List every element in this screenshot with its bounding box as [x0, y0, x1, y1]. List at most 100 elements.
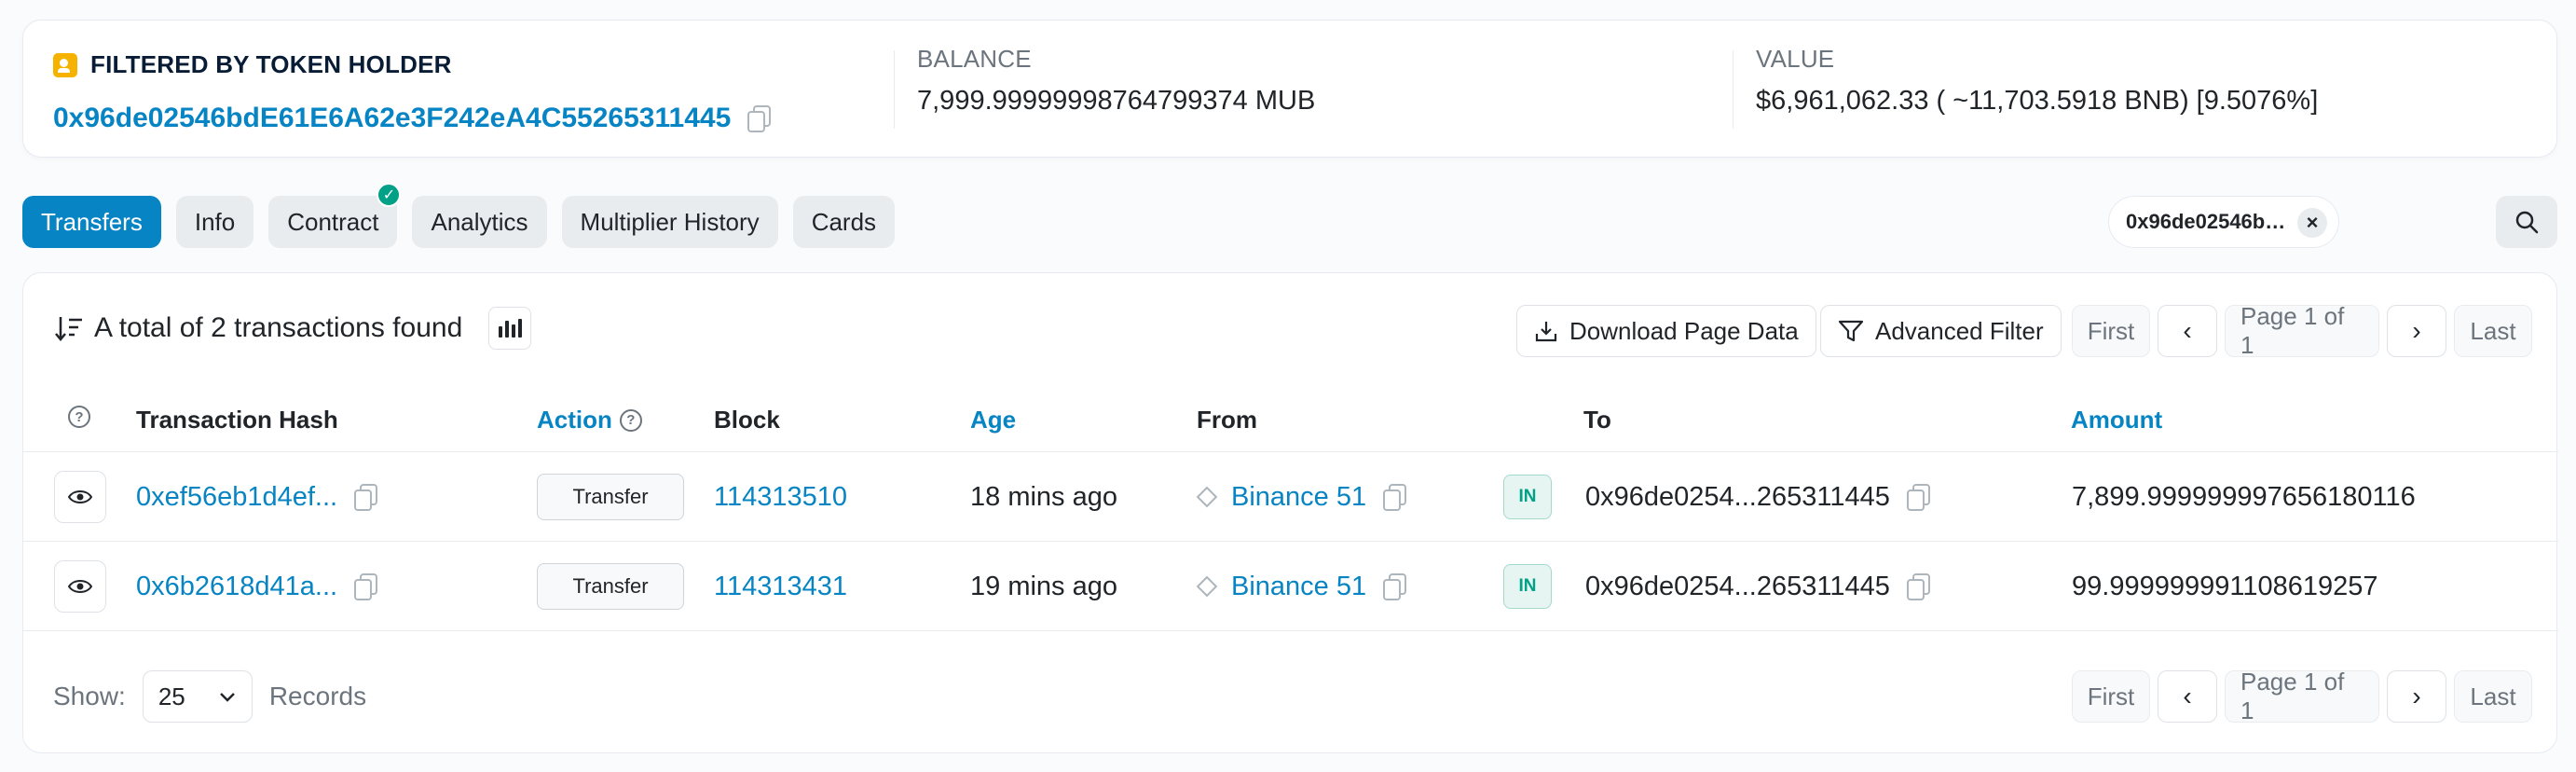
pagination-bottom: First ‹ Page 1 of 1 › Last	[2072, 668, 2532, 724]
eye-button[interactable]	[54, 471, 106, 523]
balance-value: 7,999.99999998764799374 MUB	[917, 86, 1316, 116]
download-page-data-button[interactable]: Download Page Data	[1516, 305, 1816, 357]
tab-bar: Transfers Info Contract ✓ Analytics Mult…	[22, 183, 896, 248]
copy-icon[interactable]	[747, 105, 772, 132]
first-page-button[interactable]: First	[2072, 305, 2150, 357]
col-from: From	[1197, 406, 1257, 434]
help-icon[interactable]: ?	[68, 406, 90, 428]
col-amount[interactable]: Amount	[2071, 406, 2162, 434]
col-to: To	[1583, 406, 1611, 434]
tab-transfers[interactable]: Transfers	[22, 196, 161, 248]
close-icon[interactable]: ×	[2297, 208, 2327, 238]
value-value: $6,961,062.33 ( ~11,703.5918 BNB) [9.507…	[1756, 86, 2319, 116]
summary-row: A total of 2 transactions found	[53, 307, 532, 350]
eye-icon	[68, 490, 92, 503]
diamond-icon	[1196, 575, 1218, 598]
filter-icon	[1838, 320, 1864, 342]
amount-text: 7,899.999999997656180116	[2072, 481, 2416, 512]
transfers-card: A total of 2 transactions found Download…	[22, 272, 2558, 753]
last-page-button[interactable]: Last	[2454, 305, 2532, 357]
prev-page-button[interactable]: ‹	[2158, 305, 2217, 357]
block-cell: 114313510	[714, 452, 847, 542]
holder-address-row: 0x96de02546bdE61E6A62e3F242eA4C552653114…	[53, 103, 772, 134]
balance-label: BALANCE	[917, 45, 1032, 73]
amount-text: 99.999999991108619257	[2072, 571, 2378, 601]
last-page-button[interactable]: Last	[2454, 670, 2532, 723]
direction-cell: IN	[1503, 542, 1552, 631]
download-label: Download Page Data	[1569, 316, 1799, 345]
to-cell: 0x96de0254...265311445	[1585, 542, 1930, 631]
direction-badge: IN	[1503, 564, 1552, 609]
eye-button[interactable]	[54, 560, 106, 613]
help-icon[interactable]: ?	[619, 408, 642, 432]
age-text: 19 mins ago	[970, 571, 1117, 601]
tab-info[interactable]: Info	[175, 196, 254, 248]
from-cell: Binance 51	[1196, 542, 1407, 631]
first-page-button[interactable]: First	[2072, 670, 2150, 723]
show-label: Show:	[53, 682, 126, 710]
transaction-hash-link[interactable]: 0x6b2618d41a...	[136, 572, 337, 602]
table-header: ? Transaction Hash Action ? Block Age Fr…	[23, 385, 2558, 452]
page-size-select[interactable]: 25	[142, 670, 253, 723]
tab-contract[interactable]: Contract ✓	[268, 183, 402, 248]
holder-address-link[interactable]: 0x96de02546bdE61E6A62e3F242eA4C552653114…	[53, 103, 731, 134]
prev-page-button[interactable]: ‹	[2158, 670, 2217, 723]
copy-icon[interactable]	[1383, 573, 1407, 600]
filter-chip-text: 0x96de02546bde61e6a62e3f2...	[2126, 210, 2290, 233]
col-action-label: Action	[537, 406, 612, 434]
table-row: 0x6b2618d41a... Transfer 114313431 19 mi…	[23, 542, 2558, 631]
tab-contract-label: Contract	[287, 207, 379, 236]
col-action[interactable]: Action ?	[537, 406, 642, 434]
value-label: VALUE	[1756, 45, 1835, 73]
eye-cell	[54, 542, 106, 631]
bar-chart-button[interactable]	[488, 307, 532, 350]
block-link[interactable]: 114313431	[714, 572, 847, 602]
to-address: 0x96de0254...265311445	[1585, 481, 1890, 512]
page-indicator: Page 1 of 1	[2225, 668, 2379, 724]
action-cell: Transfer	[537, 542, 684, 631]
transaction-hash-link[interactable]: 0xef56eb1d4ef...	[136, 482, 337, 513]
eye-cell	[54, 452, 106, 542]
copy-icon[interactable]	[1906, 573, 1930, 600]
from-link[interactable]: Binance 51	[1231, 482, 1366, 513]
page-indicator: Page 1 of 1	[2225, 302, 2379, 359]
tab-multiplier-history[interactable]: Multiplier History	[561, 196, 778, 248]
value-column: VALUE $6,961,062.33 ( ~11,703.5918 BNB) …	[1733, 45, 2534, 129]
direction-badge: IN	[1503, 475, 1552, 519]
balance-column: BALANCE 7,999.99999998764799374 MUB	[894, 45, 1723, 129]
check-icon: ✓	[377, 183, 402, 207]
search-icon	[2515, 211, 2539, 234]
address-filter-chip: 0x96de02546bde61e6a62e3f2... ×	[2108, 196, 2339, 248]
table-footer: Show: 25 Records	[53, 670, 366, 723]
direction-cell: IN	[1503, 452, 1552, 542]
from-link[interactable]: Binance 51	[1231, 572, 1366, 602]
page: FILTERED BY TOKEN HOLDER 0x96de02546bdE6…	[0, 0, 2576, 772]
next-page-button[interactable]: ›	[2387, 670, 2446, 723]
download-icon	[1535, 322, 1557, 342]
action-badge: Transfer	[537, 563, 684, 610]
next-page-button[interactable]: ›	[2387, 305, 2446, 357]
sort-icon	[55, 317, 82, 341]
copy-icon[interactable]	[1383, 484, 1407, 511]
block-link[interactable]: 114313510	[714, 482, 847, 513]
bar-chart-icon	[498, 319, 522, 338]
advanced-filter-label: Advanced Filter	[1875, 316, 2044, 345]
user-icon	[53, 52, 77, 77]
holder-label: FILTERED BY TOKEN HOLDER	[90, 50, 452, 78]
tab-analytics[interactable]: Analytics	[412, 196, 547, 248]
records-label: Records	[268, 682, 367, 710]
col-transaction-hash: Transaction Hash	[136, 406, 338, 434]
copy-icon[interactable]	[1906, 484, 1930, 511]
pagination-top: First ‹ Page 1 of 1 › Last	[2072, 302, 2532, 359]
copy-icon[interactable]	[354, 573, 378, 600]
summary-text: A total of 2 transactions found	[94, 312, 463, 343]
advanced-filter-button[interactable]: Advanced Filter	[1820, 305, 2062, 357]
copy-icon[interactable]	[354, 484, 378, 511]
to-address: 0x96de0254...265311445	[1585, 571, 1890, 601]
hash-cell: 0x6b2618d41a...	[136, 542, 378, 631]
table-row: 0xef56eb1d4ef... Transfer 114313510 18 m…	[23, 452, 2558, 542]
col-age[interactable]: Age	[970, 406, 1016, 434]
search-button[interactable]	[2496, 196, 2557, 248]
tab-cards[interactable]: Cards	[792, 196, 896, 248]
token-holder-card: FILTERED BY TOKEN HOLDER 0x96de02546bdE6…	[22, 20, 2557, 158]
